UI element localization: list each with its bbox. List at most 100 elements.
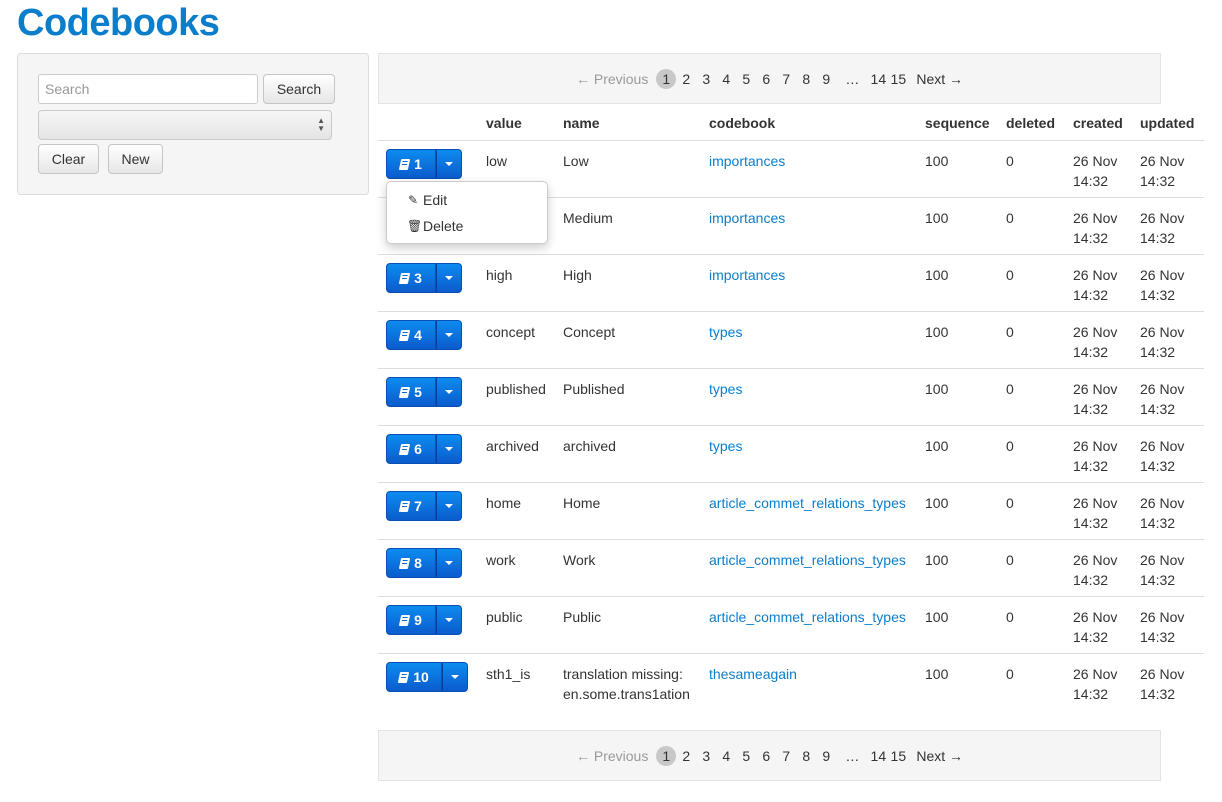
page-link[interactable]: 4 xyxy=(716,748,736,764)
page-link[interactable]: 8 xyxy=(796,748,816,764)
codebook-link[interactable]: types xyxy=(709,438,742,454)
codebook-link[interactable]: article_commet_relations_types xyxy=(709,552,906,568)
show-record-button[interactable]: 9 xyxy=(386,605,436,635)
show-record-button[interactable]: 10 xyxy=(386,662,442,692)
cell-created: 26 Nov 14:32 xyxy=(1073,153,1118,189)
show-record-button[interactable]: 1 xyxy=(386,149,436,179)
table-header: value name codebook sequence deleted cre… xyxy=(378,104,1204,141)
row-menu-toggle[interactable] xyxy=(436,263,462,293)
page-link[interactable]: 14 xyxy=(868,71,888,87)
codebook-link[interactable]: types xyxy=(709,381,742,397)
row-action-button: 6 xyxy=(386,434,462,464)
page-link[interactable]: 15 xyxy=(888,71,908,87)
cell-value: archived xyxy=(486,438,539,454)
page-link[interactable]: 2 xyxy=(676,71,696,87)
row-action-button: 10 xyxy=(386,662,468,692)
cell-created: 26 Nov 14:32 xyxy=(1073,666,1118,702)
cell-created: 26 Nov 14:32 xyxy=(1073,495,1118,531)
delete-menu-item[interactable]: 🗑 Delete xyxy=(407,216,463,236)
cell-codebook: article_commet_relations_types xyxy=(709,550,906,570)
codebook-link[interactable]: article_commet_relations_types xyxy=(709,495,906,511)
cell-updated: 26 Nov 14:32 xyxy=(1140,495,1185,531)
row-menu-toggle[interactable] xyxy=(436,434,462,464)
select-arrows-icon: ▲ ▼ xyxy=(317,116,325,133)
header-sequence: sequence xyxy=(925,115,990,131)
page-link[interactable]: 8 xyxy=(796,71,816,87)
cell-deleted: 0 xyxy=(1006,267,1014,283)
page-link[interactable]: 4 xyxy=(716,71,736,87)
row-menu-toggle[interactable] xyxy=(442,662,468,692)
row-menu-toggle[interactable] xyxy=(436,320,462,350)
page-link[interactable]: 5 xyxy=(736,71,756,87)
caret-down-icon xyxy=(451,675,459,679)
search-button[interactable]: Search xyxy=(263,74,335,104)
cell-sequence: 100 xyxy=(925,666,949,682)
show-record-button[interactable]: 7 xyxy=(386,491,436,521)
cell-created: 26 Nov 14:32 xyxy=(1073,609,1118,645)
page-link[interactable]: 7 xyxy=(776,71,796,87)
row-action-button: 4 xyxy=(386,320,462,350)
page-link[interactable]: 6 xyxy=(756,748,776,764)
page-link[interactable]: 9 xyxy=(816,71,836,87)
header-name: name xyxy=(563,115,600,131)
codebook-select[interactable]: ▲ ▼ xyxy=(38,110,332,140)
cell-codebook: types xyxy=(709,379,742,399)
row-action-button: 5 xyxy=(386,377,462,407)
page-link[interactable]: 15 xyxy=(888,748,908,764)
page-link[interactable]: 14 xyxy=(868,748,888,764)
row-menu-toggle[interactable] xyxy=(436,491,462,521)
codebook-link[interactable]: article_commet_relations_types xyxy=(709,609,906,625)
next-link[interactable]: Next → xyxy=(916,748,963,764)
row-menu-toggle[interactable] xyxy=(436,149,462,179)
cell-updated: 26 Nov 14:32 xyxy=(1140,267,1185,303)
page-link[interactable]: 3 xyxy=(696,71,716,87)
page-link[interactable]: 3 xyxy=(696,748,716,764)
show-record-button[interactable]: 3 xyxy=(386,263,436,293)
codebook-link[interactable]: thesameagain xyxy=(709,666,797,682)
caret-down-icon xyxy=(445,162,453,166)
previous-link[interactable]: ← Previous xyxy=(576,71,648,87)
show-record-button[interactable]: 5 xyxy=(386,377,436,407)
show-record-button[interactable]: 8 xyxy=(386,548,436,578)
cell-deleted: 0 xyxy=(1006,324,1014,340)
codebook-link[interactable]: types xyxy=(709,324,742,340)
pagination-bottom: ← Previous 1 2 3 4 5 6 7 8 9 … 14 15 Next → xyxy=(378,730,1161,781)
next-link[interactable]: Next → xyxy=(916,71,963,87)
page-link[interactable]: 2 xyxy=(676,748,696,764)
cell-sequence: 100 xyxy=(925,381,949,397)
cell-updated: 26 Nov 14:32 xyxy=(1140,381,1185,417)
edit-menu-item[interactable]: ✎ Edit xyxy=(407,190,447,210)
cell-name: Home xyxy=(563,495,601,511)
table-row: 3 high High importances 100 0 26 Nov 14:32 26 N… xyxy=(378,255,1204,312)
current-page[interactable]: 1 xyxy=(656,745,677,766)
row-menu-toggle[interactable] xyxy=(436,605,462,635)
delete-label: Delete xyxy=(423,218,464,234)
row-menu-toggle[interactable] xyxy=(436,548,462,578)
codebook-link[interactable]: importances xyxy=(709,210,785,226)
row-menu-toggle[interactable] xyxy=(436,377,462,407)
cell-updated: 26 Nov 14:32 xyxy=(1140,552,1185,588)
record-id: 1 xyxy=(414,156,422,172)
cell-codebook: importances xyxy=(709,208,785,228)
cell-codebook: types xyxy=(709,322,742,342)
page-link[interactable]: 9 xyxy=(816,748,836,764)
codebook-link[interactable]: importances xyxy=(709,153,785,169)
header-deleted: deleted xyxy=(1006,115,1056,131)
current-page[interactable]: 1 xyxy=(656,68,677,89)
cell-value: concept xyxy=(486,324,536,340)
cell-name: Public xyxy=(563,609,602,625)
cell-updated: 26 Nov 14:32 xyxy=(1140,153,1185,189)
new-button[interactable]: New xyxy=(108,144,163,174)
row-action-button: 3 xyxy=(386,263,462,293)
page-link[interactable]: 6 xyxy=(756,71,776,87)
search-input[interactable] xyxy=(38,74,258,104)
show-record-button[interactable]: 4 xyxy=(386,320,436,350)
previous-link[interactable]: ← Previous xyxy=(576,748,648,764)
record-id: 8 xyxy=(414,555,422,571)
page-link[interactable]: 5 xyxy=(736,748,756,764)
page-link[interactable]: 7 xyxy=(776,748,796,764)
codebook-link[interactable]: importances xyxy=(709,267,785,283)
show-record-button[interactable]: 6 xyxy=(386,434,436,464)
clear-button[interactable]: Clear xyxy=(38,144,99,174)
cell-created: 26 Nov 14:32 xyxy=(1073,267,1118,303)
